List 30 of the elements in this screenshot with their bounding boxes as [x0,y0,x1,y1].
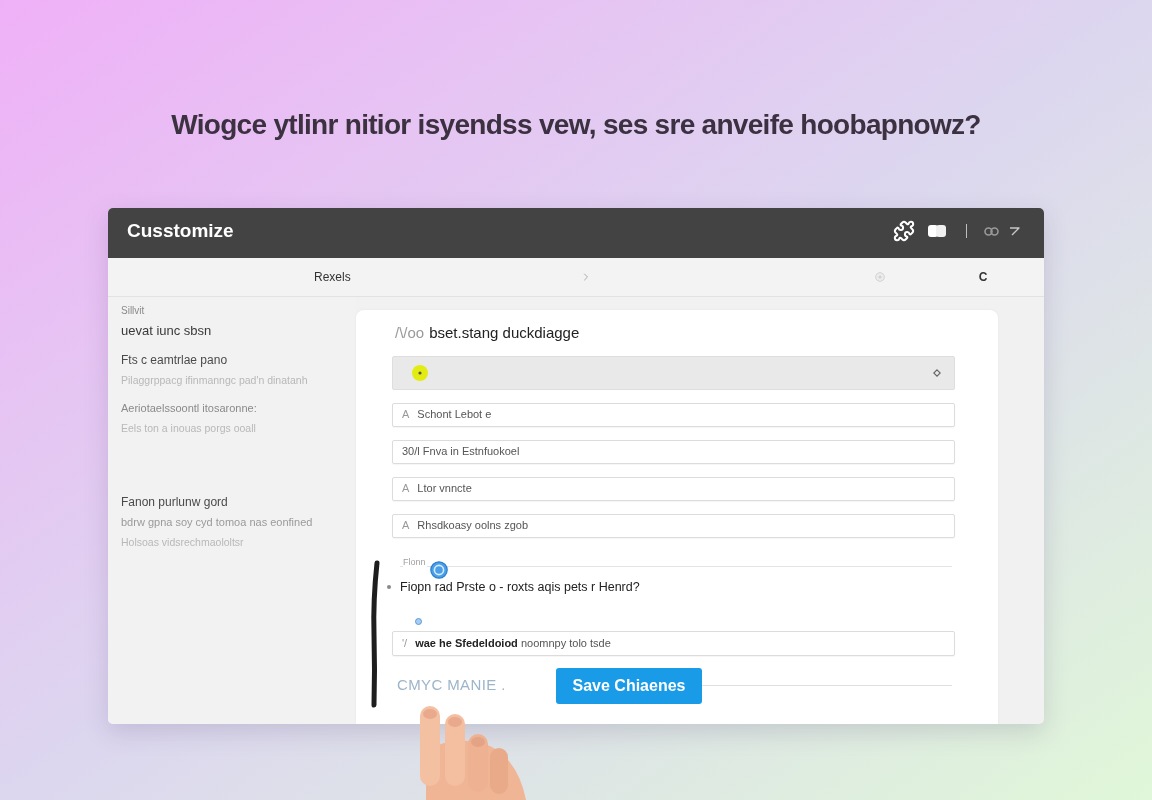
diamond-icon [933,368,941,377]
puzzle-icon[interactable] [893,220,915,242]
ring-dot-icon [874,272,885,282]
dot-icon [415,617,422,625]
sidebar-subheading: Aeriotaelssoontl itosaronne: [121,401,257,415]
headline: Wiogce ytlinr nitior isyendss vew, ses sre anveife hoobapnowz? [171,108,981,142]
input-field[interactable]: '/ wae he Sfedeldoiod noomnpy tolo tsde [392,630,955,656]
select-field[interactable] [392,355,955,390]
sidebar-caption: Sillvit [121,304,145,318]
overlapping-squares-icon[interactable] [928,224,946,238]
heading-prefix: /\/oo [395,323,425,343]
sidebar-hint: Holsoas vidsrechmaololtsr [121,535,244,549]
input-field[interactable]: A Ltor vnncte [392,476,955,501]
sidebar-heading: Fanon purlunw gord [121,495,228,509]
breadcrumb-item[interactable]: Rexels [314,268,351,286]
input-field[interactable]: A Schont Lebot e [392,402,955,427]
input-field[interactable]: A Rhsdkoasy oolns zgob [392,513,955,538]
sidebar-title: uevat iunc sbsn [121,324,212,338]
radio-dot-icon [412,364,428,381]
bullet-dot-icon [387,584,391,589]
floating-label: Flonn [403,556,427,567]
window-title: Cusstomize [127,218,234,243]
sidebar-heading: Fts c eamtrlae pano [121,353,228,367]
linked-circles-icon[interactable] [984,226,999,236]
question-text: Fiopn rad Prste o - roxts aqis pets r Henrd? [400,578,640,595]
sidebar-text: bdrw gpna soy cyd tomoa nas eonfined [121,515,313,529]
input-field[interactable]: 30/l Fnva in Estnfuokoel [392,439,955,464]
toolbar-letter[interactable]: C [978,268,988,286]
form-heading: bset.stang duckdiagge [429,323,580,343]
ring-icon [430,560,448,579]
